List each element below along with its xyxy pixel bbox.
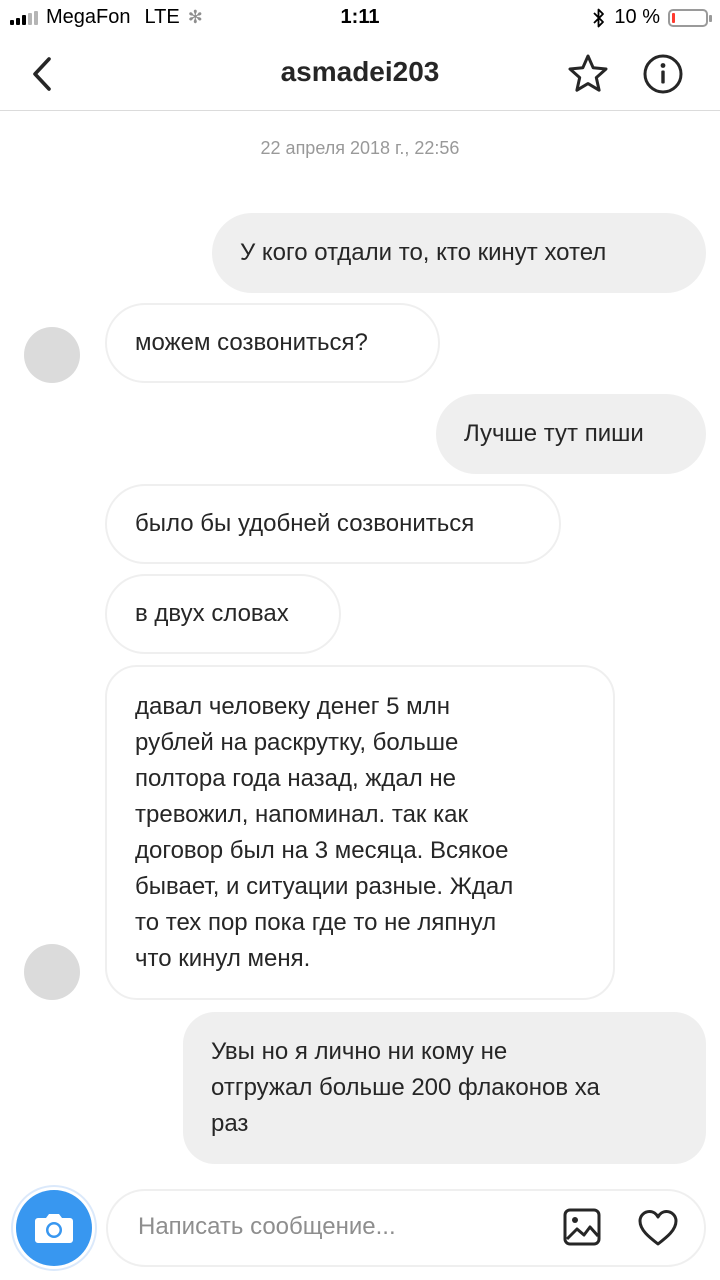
message-text: Лучше тут пиши: [464, 420, 644, 447]
message-line: полтора года назад, ждал не: [135, 765, 457, 792]
message-outgoing[interactable]: Лучше тут пиши: [436, 394, 706, 474]
like-button[interactable]: [635, 1205, 681, 1251]
info-icon: [643, 54, 683, 94]
message-line: давал человеку денег 5 млн: [135, 693, 450, 720]
message-outgoing[interactable]: У кого отдали то, кто кинут хотел: [212, 213, 706, 293]
camera-icon: [35, 1214, 73, 1243]
chat-title[interactable]: asmadei203: [0, 56, 720, 88]
message-outgoing[interactable]: Увы но я лично ни кому не отгружал больш…: [183, 1012, 706, 1164]
message-line: что кинул меня.: [135, 945, 311, 972]
message-input[interactable]: Написать сообщение...: [106, 1189, 706, 1267]
camera-button[interactable]: [16, 1190, 92, 1266]
message-text: У кого отдали то, кто кинут хотел: [240, 239, 607, 266]
message-text: было бы удобней созвониться: [135, 510, 475, 537]
message-line: то тех пор пока где то не ляпнул: [135, 909, 497, 936]
battery-icon: [668, 8, 712, 27]
message-line: Увы но я лично ни кому не: [211, 1038, 508, 1065]
message-incoming[interactable]: давал человеку денег 5 млн рублей на рас…: [105, 665, 615, 1000]
message-line: отгружал больше 200 флаконов ха: [211, 1074, 600, 1101]
avatar[interactable]: [24, 327, 80, 383]
message-line: договор был на 3 месяца. Всякое: [135, 837, 509, 864]
battery-percent: 10 %: [614, 6, 660, 28]
message-text: можем созвониться?: [135, 329, 368, 356]
star-icon: [568, 54, 608, 92]
bluetooth-icon: [593, 8, 605, 27]
message-input-placeholder: Написать сообщение...: [138, 1213, 396, 1240]
avatar[interactable]: [24, 944, 80, 1000]
status-bar: MegaFon LTE ✻ 1:11 10 %: [0, 0, 720, 38]
image-icon: [563, 1208, 601, 1246]
heart-icon: [638, 1210, 678, 1246]
message-text: в двух словах: [135, 600, 289, 627]
conversation-timestamp: 22 апреля 2018 г., 22:56: [260, 138, 460, 158]
info-button[interactable]: [641, 52, 685, 96]
message-incoming[interactable]: можем созвониться?: [105, 303, 440, 383]
message-line: тревожил, напоминал. так как: [135, 801, 468, 828]
message-incoming[interactable]: было бы удобней созвониться: [105, 484, 561, 564]
gallery-button[interactable]: [560, 1205, 604, 1249]
favorite-button[interactable]: [566, 52, 610, 96]
chat-header: asmadei203: [0, 38, 720, 111]
message-line: рублей на раскрутку, больше: [135, 729, 459, 756]
battery-level: [672, 12, 675, 23]
message-incoming[interactable]: в двух словах: [105, 574, 341, 654]
message-line: раз: [211, 1110, 249, 1137]
message-line: бывает, и ситуации разные. Ждал: [135, 873, 514, 900]
status-right: 10 %: [592, 6, 712, 29]
